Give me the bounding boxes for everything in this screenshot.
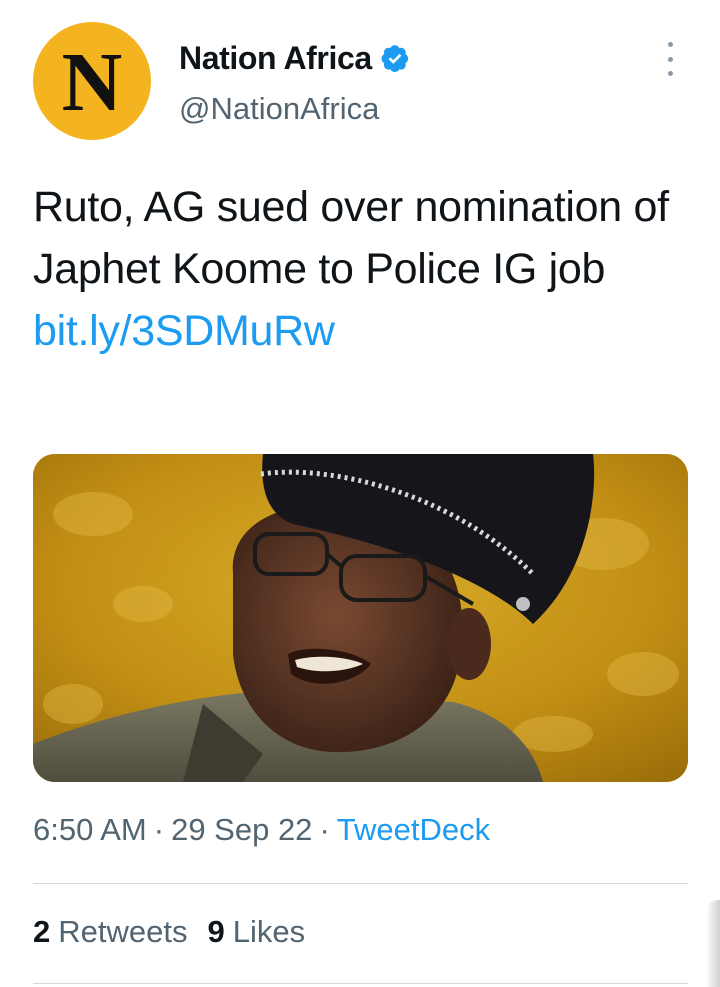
tweet-meta: 6:50 AM · 29 Sep 22 · TweetDeck (33, 812, 490, 848)
meta-separator: · (153, 812, 165, 847)
avatar-logo-letter: N (61, 36, 123, 129)
tweet-text: Ruto, AG sued over nomination of Japhet … (33, 176, 683, 362)
tweet-link[interactable]: bit.ly/3SDMuRw (33, 307, 335, 355)
retweets-stat[interactable]: 2 Retweets (33, 914, 187, 950)
likes-stat[interactable]: 9 Likes (207, 914, 305, 950)
retweets-label: Retweets (58, 914, 188, 949)
engagement-stats: 2 Retweets 9 Likes (33, 914, 325, 950)
verified-badge-icon (380, 43, 410, 73)
more-dot (667, 56, 673, 62)
meta-separator: · (319, 812, 330, 847)
tweet-date[interactable]: 29 Sep 22 (171, 812, 312, 848)
avatar[interactable]: N (33, 22, 151, 140)
author-name-row[interactable]: Nation Africa (179, 36, 410, 80)
display-name[interactable]: Nation Africa (179, 40, 372, 77)
tweet-time[interactable]: 6:50 AM (33, 812, 147, 848)
tweet-source[interactable]: TweetDeck (337, 812, 490, 848)
more-vertical-icon[interactable] (660, 42, 680, 76)
divider (33, 983, 688, 984)
tweet-card: N Nation Africa @NationAfrica Ruto, AG s… (0, 0, 720, 987)
scroll-edge-shadow (706, 900, 720, 987)
likes-count: 9 (207, 914, 225, 949)
tweet-body: Ruto, AG sued over nomination of Japhet … (33, 183, 669, 293)
user-handle[interactable]: @NationAfrica (179, 91, 379, 127)
more-dot (667, 71, 673, 76)
divider (33, 883, 688, 884)
tweet-photo (33, 454, 688, 782)
retweets-count: 2 (33, 914, 51, 949)
likes-label: Likes (232, 914, 306, 949)
tweet-image[interactable] (33, 454, 688, 782)
more-dot (667, 42, 673, 47)
